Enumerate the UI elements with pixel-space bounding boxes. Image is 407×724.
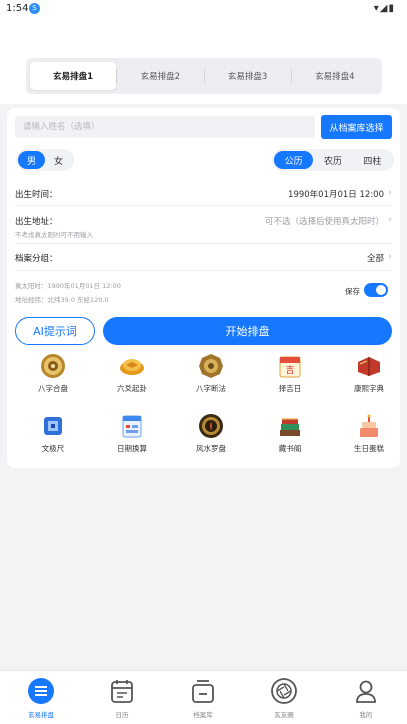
compass-plate-icon	[41, 354, 65, 378]
nav-friends[interactable]: 玄友圈	[249, 677, 319, 719]
tool-bazi-match[interactable]: 八字合盘	[23, 353, 83, 394]
user-icon	[356, 680, 376, 703]
calendar-lunar-option[interactable]: 农历	[313, 151, 352, 169]
tool-label: 文极尺	[41, 444, 65, 453]
start-chart-button[interactable]: 开始排盘	[103, 317, 392, 345]
location-coordinates: 地址经纬：北纬39.0 东经120.0	[15, 296, 109, 304]
tool-library[interactable]: 藏书阁	[260, 413, 320, 454]
chart-form-card: 从档案库选择 男 女 公历 农历 四柱 出生时间： 1990年01月01日 12…	[7, 108, 400, 468]
gender-female-option[interactable]: 女	[45, 151, 72, 169]
birth-time-value: 1990年01月01日 12:00	[288, 190, 384, 200]
signal-battery-icon: ▾◢▮	[373, 3, 395, 14]
calendar-pillars-option[interactable]: 四柱	[353, 151, 392, 169]
tool-auspicious-day[interactable]: 吉 择吉日	[260, 353, 320, 394]
status-bar: 1:54 S ▾◢▮	[0, 0, 407, 20]
birth-place-label: 出生地址：	[15, 217, 58, 227]
tool-liuyao[interactable]: 六爻起卦	[102, 353, 162, 394]
tab-label: 玄易排盘4	[315, 72, 355, 82]
turtle-shell-icon	[120, 359, 144, 375]
ai-prompt-button[interactable]: AI提示词	[15, 317, 95, 345]
nav-archive[interactable]: 档案库	[168, 677, 238, 719]
birth-place-note: 不考虑真太阳时可不用输入	[15, 231, 93, 239]
chevron-right-icon: ›	[388, 188, 392, 198]
bottom-navigation: 玄易排盘 日历 档案库 玄友圈 我的	[0, 670, 407, 724]
tab-label: 玄易排盘1	[53, 72, 94, 82]
calendar-type-toggle: 公历 农历 四柱	[272, 149, 394, 171]
name-input[interactable]	[15, 116, 315, 138]
save-label: 保存	[345, 287, 360, 296]
tab-label: 玄易排盘3	[227, 72, 268, 82]
ruler-icon	[44, 417, 62, 435]
aperture-icon	[271, 678, 297, 704]
book-icon	[358, 357, 380, 376]
divider	[15, 243, 392, 244]
tool-kangxi-dictionary[interactable]: 康熙字典	[339, 353, 399, 394]
save-toggle[interactable]	[364, 283, 388, 297]
tool-label: 风水罗盘	[196, 444, 226, 453]
calendar-solar-option[interactable]: 公历	[274, 151, 314, 169]
chevron-right-icon: ›	[388, 252, 392, 262]
birth-place-row[interactable]: 出生地址： 可不选（选择后使用真太阳时） ›	[15, 215, 392, 229]
nav-calendar[interactable]: 日历	[87, 677, 157, 719]
tool-label: 八字合盘	[38, 384, 68, 393]
tab-chart-3[interactable]: 玄易排盘3	[205, 62, 291, 90]
tool-label: 八字断法	[196, 384, 226, 393]
tool-label: 日期换算	[117, 444, 147, 453]
date-calc-icon	[122, 415, 142, 438]
tool-label: 择吉日	[278, 384, 302, 393]
birth-time-row[interactable]: 出生时间： 1990年01月01日 12:00 ›	[15, 188, 392, 202]
status-time: 1:54	[6, 3, 29, 14]
birth-place-value: 可不选（选择后使用真太阳时）	[264, 217, 384, 227]
calendar-icon: 吉	[279, 356, 301, 378]
archive-group-row[interactable]: 档案分组： 全部 ›	[15, 252, 392, 266]
notification-badge-icon: S	[29, 3, 40, 14]
select-from-archive-button[interactable]: 从档案库选择	[321, 115, 392, 139]
bagua-disc-icon	[199, 354, 223, 378]
chart-tabs: 玄易排盘1 玄易排盘2 玄易排盘3 玄易排盘4	[26, 58, 382, 94]
birth-time-label: 出生时间：	[15, 190, 58, 200]
calendar-icon	[111, 680, 133, 703]
tool-date-conversion[interactable]: 日期换算	[102, 413, 162, 454]
chevron-right-icon: ›	[388, 215, 392, 225]
nav-label: 玄友圈	[274, 711, 294, 719]
nav-label: 我的	[359, 711, 373, 719]
archive-group-value: 全部	[366, 254, 384, 264]
tab-label: 玄易排盘2	[140, 72, 181, 82]
tool-label: 康熙字典	[354, 384, 384, 393]
tab-chart-1[interactable]: 玄易排盘1	[30, 62, 117, 90]
tab-chart-2[interactable]: 玄易排盘2	[117, 62, 203, 90]
nav-label: 档案库	[193, 711, 213, 719]
tool-wenji-ruler[interactable]: 文极尺	[23, 413, 83, 454]
nav-label: 玄易排盘	[28, 711, 54, 719]
toggle-knob	[376, 285, 386, 295]
divider	[15, 205, 392, 206]
tool-label: 藏书阁	[278, 444, 302, 453]
gender-male-option[interactable]: 男	[18, 151, 45, 169]
luopan-icon	[199, 414, 223, 438]
nav-profile[interactable]: 我的	[331, 677, 401, 719]
tab-chart-4[interactable]: 玄易排盘4	[292, 62, 378, 90]
archive-icon	[192, 680, 214, 703]
archive-group-label: 档案分组：	[15, 254, 58, 264]
cake-icon	[360, 414, 378, 437]
gender-toggle: 男 女	[16, 149, 74, 171]
true-solar-time: 真太阳时：1990年01月01日 12:00	[15, 282, 121, 290]
tool-label: 生日蛋糕	[354, 444, 384, 453]
tool-fengshui-compass[interactable]: 风水罗盘	[181, 413, 241, 454]
divider	[15, 270, 392, 271]
nav-chart[interactable]: 玄易排盘	[6, 677, 76, 719]
tool-bazi-method[interactable]: 八字断法	[181, 353, 241, 394]
tool-birthday-cake[interactable]: 生日蛋糕	[339, 413, 399, 454]
menu-icon	[28, 678, 54, 704]
tool-label: 六爻起卦	[117, 384, 147, 393]
books-stack-icon	[280, 418, 300, 436]
nav-label: 日历	[115, 711, 129, 719]
svg-text:吉: 吉	[285, 365, 294, 376]
